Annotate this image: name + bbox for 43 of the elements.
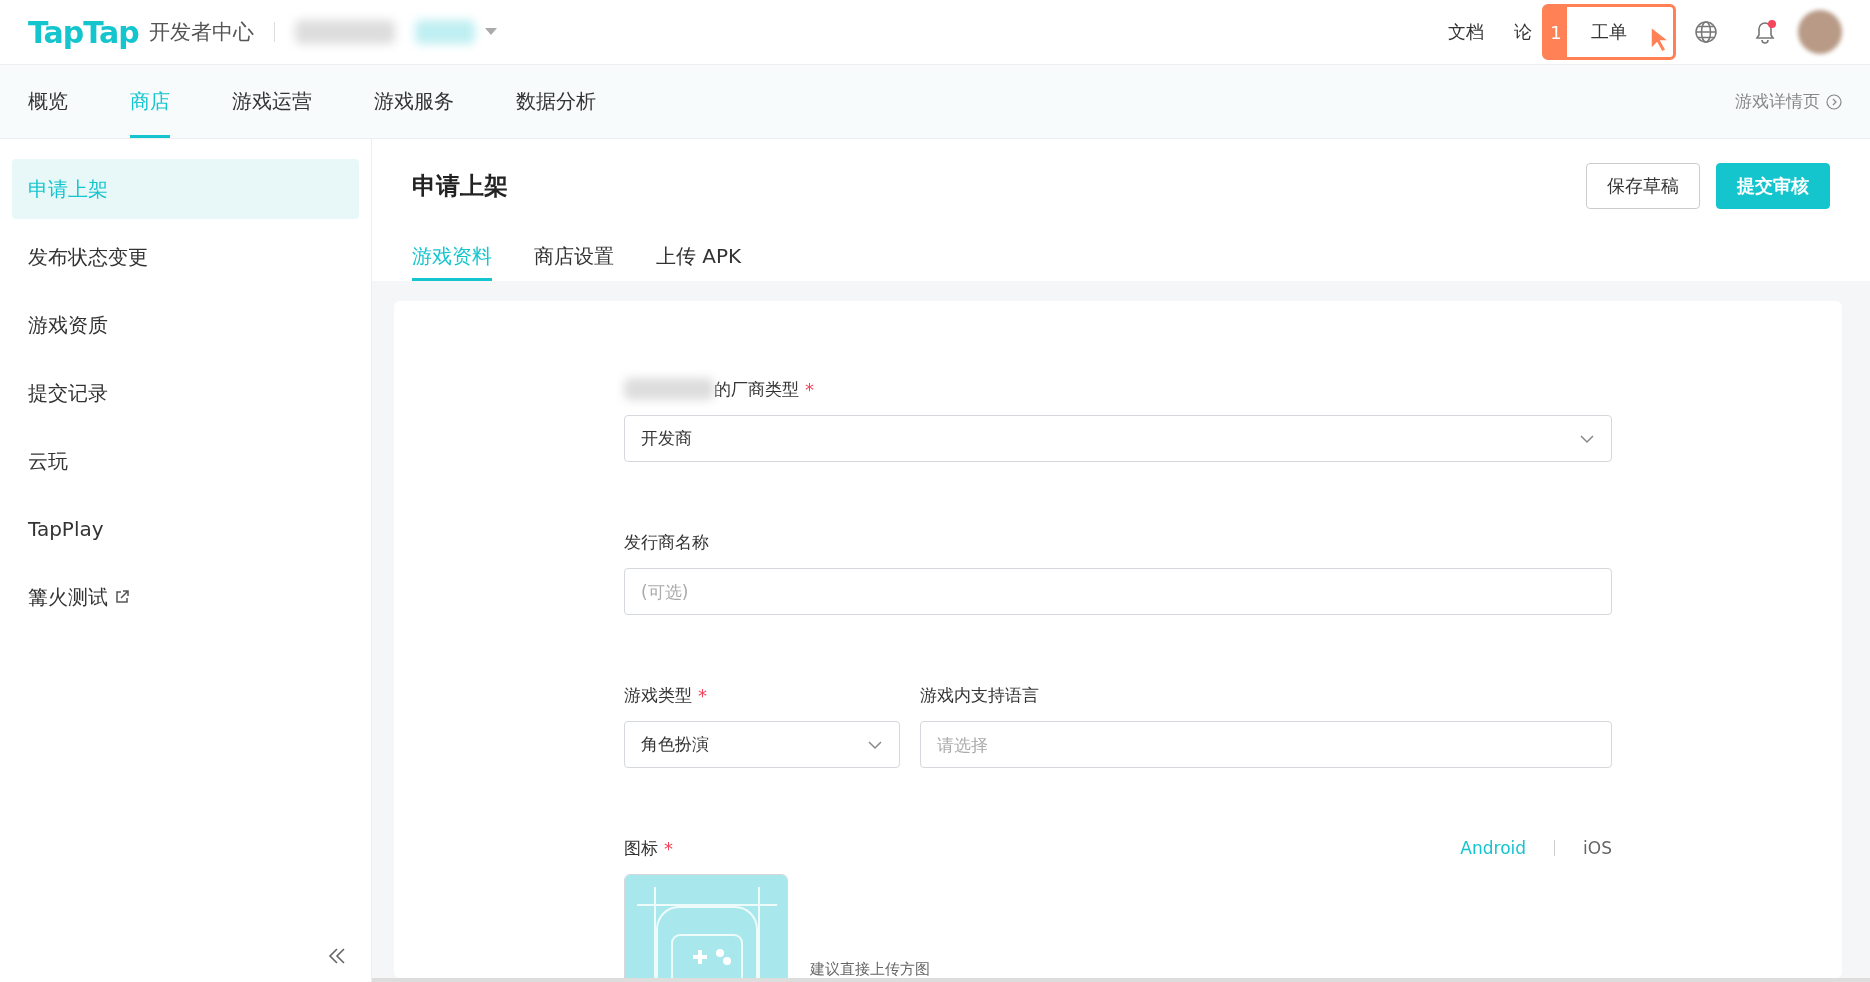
redacted-text <box>414 20 475 44</box>
chevron-circle-icon[interactable] <box>1826 93 1842 110</box>
platform-tab[interactable]: iOS <box>1583 838 1612 858</box>
product-name: 开发者中心 <box>148 19 254 46</box>
sidebar-item[interactable]: 发布状态变更 <box>12 227 148 287</box>
save-draft-button[interactable]: 保存草稿 <box>1586 163 1700 209</box>
page-title: 申请上架 <box>412 171 508 202</box>
field-label: 发行商名称 <box>624 530 709 554</box>
nav-tab[interactable]: 游戏服务 <box>374 65 454 138</box>
field-label: 图标 <box>624 836 658 860</box>
step-number: 1 <box>1545 7 1567 57</box>
genre-select[interactable]: 角色扮演 <box>624 721 900 768</box>
content-tab[interactable]: 商店设置 <box>534 243 614 281</box>
field-label: 游戏内支持语言 <box>920 683 1039 707</box>
sidebar-item[interactable]: 游戏资质 <box>12 295 108 355</box>
nav-tab[interactable]: 概览 <box>28 65 68 138</box>
header-link[interactable]: 论 <box>1514 20 1532 44</box>
language-select[interactable]: 请选择 <box>920 721 1612 768</box>
required-mark: * <box>805 378 814 400</box>
sidebar-item[interactable]: 提交记录 <box>12 363 108 423</box>
cursor-icon <box>1649 25 1669 53</box>
required-mark: * <box>664 837 673 859</box>
publisher-input[interactable]: (可选) <box>624 568 1612 615</box>
ticket-link[interactable]: 工单 <box>1567 7 1673 57</box>
field-label: 的厂商类型 <box>714 377 799 401</box>
upload-hint: 建议直接上传方图 <box>810 960 930 978</box>
header-link[interactable]: 文档 <box>1448 20 1484 44</box>
external-link-icon[interactable] <box>114 589 130 605</box>
sidebar-item[interactable]: TapPlay <box>12 499 104 559</box>
field-label: 游戏类型 <box>624 683 692 707</box>
vendor-type-select[interactable]: 开发商 <box>624 415 1612 462</box>
content-tab[interactable]: 上传 APK <box>656 243 742 281</box>
chevron-icon <box>1579 433 1595 444</box>
caret-icon[interactable] <box>484 28 497 36</box>
chevron-icon <box>867 739 883 750</box>
avatar[interactable] <box>1798 10 1842 54</box>
nav-tab[interactable]: 游戏运营 <box>232 65 312 138</box>
globe-icon[interactable] <box>1694 20 1718 44</box>
sidebar-item[interactable]: 云玩 <box>12 431 68 491</box>
game-detail-link[interactable]: 游戏详情页 <box>1735 90 1820 113</box>
sidebar-item[interactable]: 篝火测试 <box>12 567 108 627</box>
nav-tab[interactable]: 数据分析 <box>516 65 596 138</box>
required-mark: * <box>698 684 707 706</box>
